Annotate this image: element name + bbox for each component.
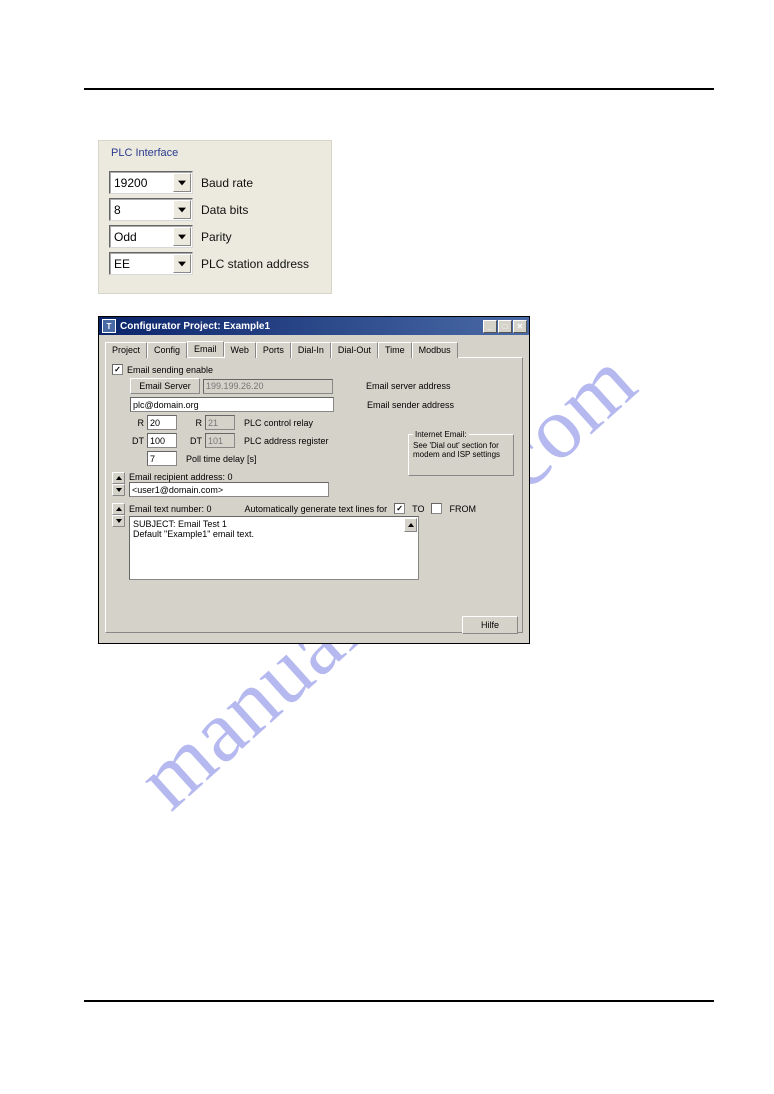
email-server-button[interactable]: Email Server	[130, 378, 200, 394]
r-input-2: 21	[205, 415, 235, 430]
plc-station-label: PLC station address	[201, 257, 309, 271]
email-sender-address-label: Email sender address	[367, 400, 454, 410]
window-titlebar[interactable]: T Configurator Project: Example1 _ □ ✕	[99, 317, 529, 335]
tab-dialout[interactable]: Dial-Out	[331, 342, 378, 358]
plc-station-value: EE	[110, 257, 130, 271]
page-top-rule	[84, 88, 714, 90]
window-title: Configurator Project: Example1	[120, 321, 482, 332]
dt-input-2: 101	[205, 433, 235, 448]
data-bits-dropdown[interactable]: 8	[109, 198, 193, 221]
email-server-ip-field: 199.199.26.20	[203, 379, 333, 394]
close-button[interactable]: ✕	[513, 320, 527, 333]
spin-up-icon[interactable]	[112, 503, 125, 515]
plc-station-dropdown[interactable]: EE	[109, 252, 193, 275]
page-bottom-rule	[84, 1000, 714, 1002]
internet-email-title: Internet Email:	[413, 430, 469, 439]
app-icon: T	[102, 319, 116, 333]
maximize-button[interactable]: □	[498, 320, 512, 333]
text-number-spinner[interactable]	[112, 503, 125, 580]
autogen-label: Automatically generate text lines for	[245, 504, 388, 514]
minimize-button[interactable]: _	[483, 320, 497, 333]
from-checkbox[interactable]	[431, 503, 442, 514]
dropdown-button-icon[interactable]	[173, 254, 191, 273]
configurator-window: T Configurator Project: Example1 _ □ ✕ P…	[98, 316, 530, 644]
recipient-label: Email recipient address: 0	[129, 472, 329, 482]
recipient-input[interactable]: <user1@domain.com>	[129, 482, 329, 497]
dt-label-1: DT	[130, 436, 144, 446]
help-button[interactable]: Hilfe	[462, 616, 518, 634]
tab-project[interactable]: Project	[105, 342, 147, 358]
plc-legend: PLC Interface	[109, 141, 178, 163]
email-enable-label: Email sending enable	[127, 365, 213, 375]
poll-input[interactable]: 7	[147, 451, 177, 466]
baud-rate-label: Baud rate	[201, 176, 253, 190]
baud-rate-value: 19200	[110, 176, 147, 190]
poll-label: Poll time delay [s]	[186, 454, 257, 464]
email-sender-input[interactable]: plc@domain.org	[130, 397, 334, 412]
r-label-2: R	[188, 418, 202, 428]
email-server-address-label: Email server address	[366, 381, 451, 391]
recipient-spinner[interactable]	[112, 472, 125, 497]
parity-dropdown[interactable]: Odd	[109, 225, 193, 248]
parity-label: Parity	[201, 230, 232, 244]
email-enable-checkbox[interactable]: ✓	[112, 364, 123, 375]
dropdown-button-icon[interactable]	[173, 200, 191, 219]
tab-web[interactable]: Web	[224, 342, 256, 358]
tab-dialin[interactable]: Dial-In	[291, 342, 331, 358]
to-label: TO	[412, 504, 424, 514]
spin-down-icon[interactable]	[112, 515, 125, 527]
text-number-label: Email text number: 0	[129, 504, 212, 514]
internet-email-group: Internet Email: See 'Dial out' section f…	[408, 434, 514, 476]
tab-ports[interactable]: Ports	[256, 342, 291, 358]
tab-row: Project Config Email Web Ports Dial-In D…	[105, 341, 523, 357]
spin-up-icon[interactable]	[112, 472, 125, 484]
internet-email-text: See 'Dial out' section for modem and ISP…	[413, 442, 509, 460]
baud-rate-dropdown[interactable]: 19200	[109, 171, 193, 194]
spin-down-icon[interactable]	[112, 484, 125, 496]
data-bits-value: 8	[110, 203, 121, 217]
tab-modbus[interactable]: Modbus	[412, 342, 458, 358]
parity-value: Odd	[110, 230, 137, 244]
email-text-line1: SUBJECT: Email Test 1	[133, 519, 415, 529]
data-bits-label: Data bits	[201, 203, 248, 217]
dt-input-1[interactable]: 100	[147, 433, 177, 448]
email-text-area[interactable]: SUBJECT: Email Test 1 Default "Example1"…	[129, 516, 419, 580]
tab-email[interactable]: Email	[187, 341, 224, 357]
scroll-up-icon[interactable]	[404, 518, 417, 532]
dropdown-button-icon[interactable]	[173, 227, 191, 246]
control-relay-label: PLC control relay	[244, 418, 313, 428]
r-label-1: R	[130, 418, 144, 428]
dropdown-button-icon[interactable]	[173, 173, 191, 192]
email-tab-panel: ✓ Email sending enable Email Server 199.…	[105, 357, 523, 633]
plc-interface-panel: PLC Interface 19200 Baud rate 8 Data bit…	[98, 140, 332, 294]
address-register-label: PLC address register	[244, 436, 329, 446]
dt-label-2: DT	[188, 436, 202, 446]
to-checkbox[interactable]: ✓	[394, 503, 405, 514]
from-label: FROM	[449, 504, 476, 514]
email-text-line2: Default "Example1" email text.	[133, 529, 415, 539]
tab-time[interactable]: Time	[378, 342, 412, 358]
r-input-1[interactable]: 20	[147, 415, 177, 430]
tab-config[interactable]: Config	[147, 342, 187, 358]
